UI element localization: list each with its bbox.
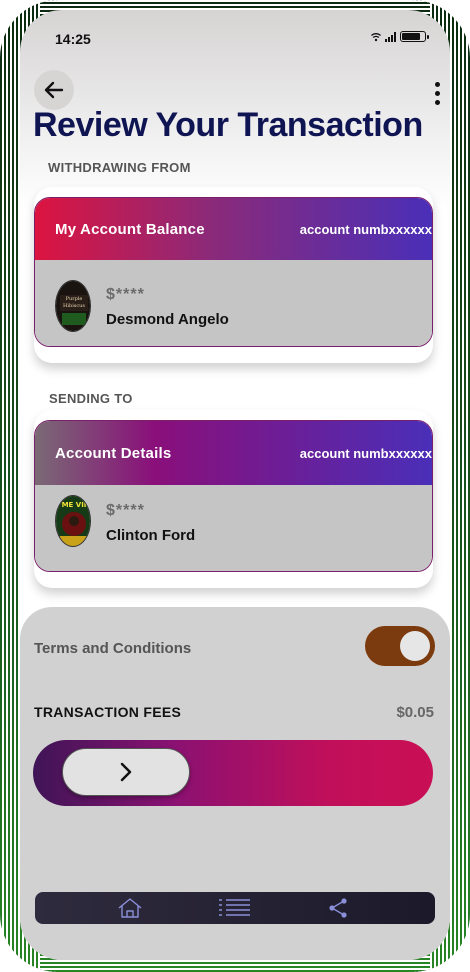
back-button[interactable]	[34, 70, 74, 110]
status-icons	[371, 31, 429, 42]
withdraw-card-body: Purple Hibiscus $**** Desmond Angelo	[35, 260, 432, 346]
svg-text:ME VII: ME VII	[62, 501, 87, 509]
fees-value: $0.05	[396, 704, 434, 721]
page-title: Review Your Transaction	[33, 106, 423, 144]
slider-handle[interactable]	[62, 748, 190, 796]
battery-level	[402, 33, 420, 40]
withdraw-amount: $****	[106, 286, 145, 303]
send-card-title: Account Details	[55, 444, 172, 462]
svg-text:Purple: Purple	[66, 296, 83, 302]
share-icon[interactable]	[327, 897, 349, 919]
fees-label: TRANSACTION FEES	[34, 704, 182, 720]
withdraw-card[interactable]: My Account Balance account numbxxxxxx Pu…	[34, 197, 433, 347]
send-card-header: Account Details account numbxxxxxx	[35, 421, 432, 485]
send-card-body: ME VII $**** Clinton Ford	[35, 485, 432, 571]
terms-toggle[interactable]	[365, 626, 435, 666]
withdraw-section-label: WITHDRAWING FROM	[48, 160, 191, 175]
toggle-knob	[400, 631, 430, 661]
avatar: Purple Hibiscus	[55, 280, 91, 332]
home-icon[interactable]	[116, 897, 144, 919]
wifi-icon	[371, 32, 381, 41]
avatar: ME VII	[55, 495, 91, 547]
withdraw-account-name: Desmond Angelo	[106, 311, 229, 328]
send-card-container: Account Details account numbxxxxxx ME VI…	[34, 410, 433, 588]
status-time: 14:25	[55, 31, 91, 47]
list-icon[interactable]	[217, 897, 251, 919]
arrow-left-icon	[44, 81, 64, 99]
battery-icon	[400, 31, 429, 42]
bottom-navbar	[35, 892, 435, 924]
chevron-right-icon	[120, 762, 132, 782]
swipe-to-send-slider[interactable]	[33, 740, 433, 806]
withdraw-card-container: My Account Balance account numbxxxxxx Pu…	[34, 187, 433, 363]
terms-label[interactable]: Terms and Conditions	[34, 640, 191, 657]
send-amount: $****	[106, 502, 145, 519]
more-vertical-icon[interactable]	[435, 82, 440, 105]
send-account-name: Clinton Ford	[106, 527, 196, 544]
withdraw-card-header: My Account Balance account numbxxxxxx	[35, 198, 432, 260]
signal-icon	[385, 31, 396, 42]
withdraw-account-number: account numbxxxxxx	[299, 221, 432, 237]
withdraw-card-title: My Account Balance	[55, 220, 205, 238]
send-card[interactable]: Account Details account numbxxxxxx ME VI…	[34, 420, 433, 572]
phone-screen: 14:25 Review Your Transaction WITHDRAWIN…	[20, 10, 450, 960]
send-account-number: account numbxxxxxx	[299, 445, 432, 461]
svg-text:Hibiscus: Hibiscus	[63, 303, 85, 309]
send-section-label: SENDING TO	[49, 391, 133, 406]
